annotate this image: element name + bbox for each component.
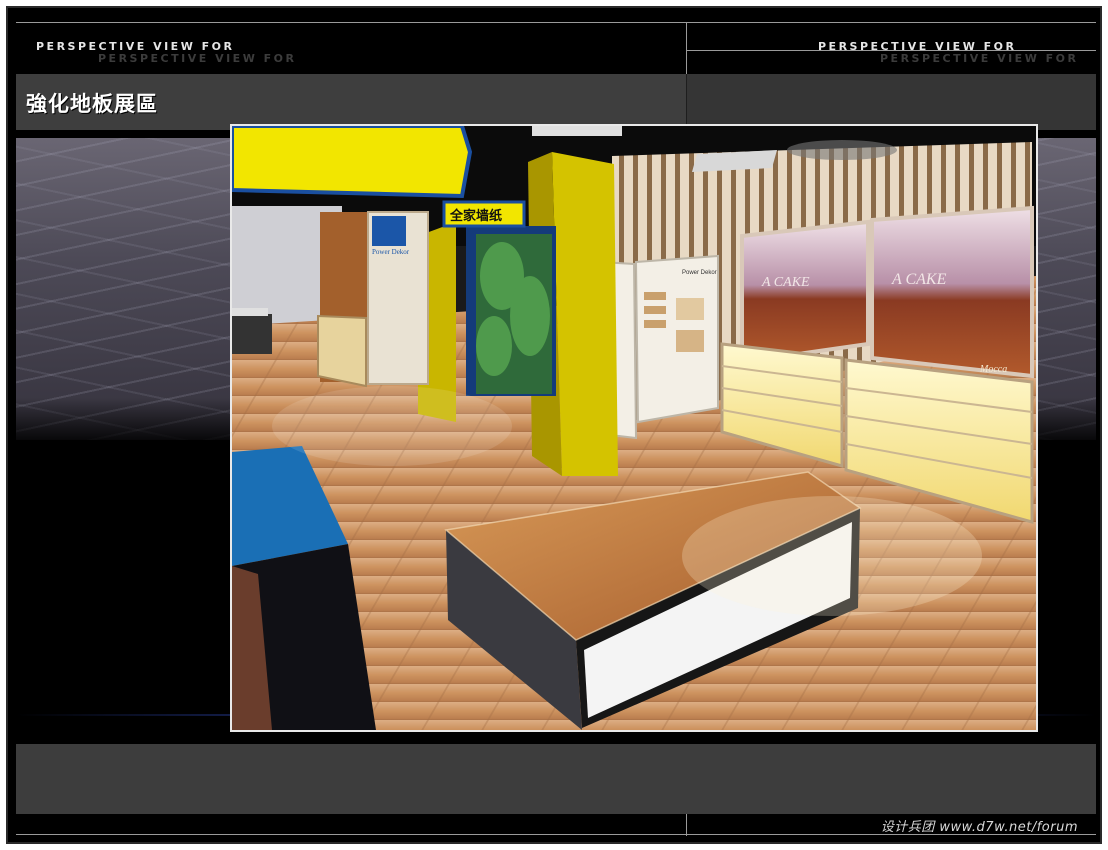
- poster-brand: Mocca: [979, 364, 1007, 375]
- footer-divider: [686, 814, 687, 836]
- perspective-render: A CAKE A CAKE Mocca Power Dekor Power De…: [230, 124, 1038, 732]
- bottom-band: [16, 744, 1096, 814]
- sign-text: 全家墙纸: [449, 208, 502, 224]
- poster-text-left: A CAKE: [761, 275, 810, 290]
- header-label-right-shadow: PERSPECTIVE VIEW FOR: [880, 52, 1079, 65]
- footer-credit: 设计兵团 www.d7w.net/forum: [880, 820, 1078, 835]
- top-rule: [16, 22, 1096, 23]
- brand-logo-text: Power Dekor: [372, 248, 410, 256]
- poster-text-right: A CAKE: [891, 271, 947, 288]
- header-label-left-shadow: PERSPECTIVE VIEW FOR: [98, 52, 297, 65]
- title-band-divider: [686, 74, 687, 130]
- panel-brand-right: Power Dekor: [682, 270, 717, 276]
- page-title: 強化地板展區: [26, 92, 158, 116]
- presentation-board: PERSPECTIVE VIEW FOR PERSPECTIVE VIEW FO…: [6, 6, 1102, 844]
